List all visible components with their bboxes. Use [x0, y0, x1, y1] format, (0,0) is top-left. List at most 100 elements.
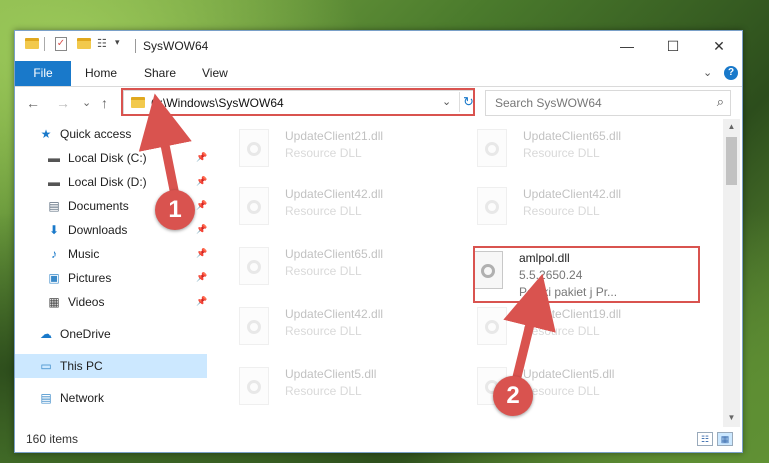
scroll-up-icon[interactable]: ▲	[723, 122, 740, 131]
sidebar-item-local-disk-c[interactable]: ▬ Local Disk (C:) 📌	[15, 146, 207, 170]
file-description: Resource DLL	[285, 384, 362, 398]
maximize-button[interactable]: ☐	[650, 31, 696, 61]
close-button[interactable]: ✕	[696, 31, 742, 61]
file-description: Resource DLL	[285, 264, 362, 278]
forward-arrow-icon[interactable]: →	[56, 95, 70, 111]
file-name: UpdateClient5.dll	[285, 367, 377, 381]
drive-icon: ▬	[48, 175, 60, 189]
file-description: Resource DLL	[285, 146, 362, 160]
sidebar-item-onedrive[interactable]: ☁ OneDrive	[15, 322, 207, 346]
title-bar: ✓ ☷ ▾ SysWOW64 — ☐ ✕	[15, 31, 742, 61]
tab-home[interactable]: Home	[85, 61, 117, 86]
callout-step-2: 2	[493, 376, 533, 416]
explorer-window: ✓ ☷ ▾ SysWOW64 — ☐ ✕ File Home Share Vie…	[14, 30, 743, 453]
recent-locations-icon[interactable]: ⌄	[82, 96, 91, 109]
file-highlight-box	[473, 246, 700, 303]
folder-icon	[25, 38, 39, 49]
tab-view[interactable]: View	[202, 61, 228, 86]
pin-icon[interactable]: 📌	[196, 296, 207, 307]
file-description: Resource DLL	[523, 324, 600, 338]
back-arrow-icon[interactable]: ←	[26, 95, 40, 111]
list-item[interactable]: UpdateClient42.dll Resource DLL	[477, 185, 707, 233]
tab-file[interactable]: File	[15, 61, 71, 86]
divider	[44, 37, 45, 51]
file-name: UpdateClient21.dll	[285, 129, 384, 143]
list-item[interactable]: UpdateClient65.dll Resource DLL	[477, 127, 707, 175]
sidebar-item-label: Quick access	[60, 127, 132, 141]
onedrive-icon: ☁	[40, 327, 52, 341]
pin-icon[interactable]: 📌	[196, 200, 207, 211]
dll-file-icon	[239, 129, 269, 167]
pin-icon[interactable]: 📌	[196, 176, 207, 187]
properties-icon[interactable]: ✓	[55, 37, 67, 51]
pin-icon[interactable]: 📌	[196, 248, 207, 259]
list-item[interactable]: UpdateClient19.dll Resource DLL	[477, 305, 707, 353]
file-description: Resource DLL	[285, 324, 362, 338]
dll-file-icon	[239, 247, 269, 285]
sidebar-item-pictures[interactable]: ▣ Pictures 📌	[15, 266, 207, 290]
search-placeholder: Search SysWOW64	[495, 96, 602, 110]
help-icon[interactable]: ?	[724, 66, 738, 80]
sidebar-item-label: Documents	[68, 199, 129, 213]
search-icon[interactable]: ⌕	[717, 94, 724, 110]
scroll-down-icon[interactable]: ▼	[723, 413, 740, 422]
up-arrow-icon[interactable]: ↑	[101, 95, 108, 111]
divider	[135, 39, 136, 53]
file-name: UpdateClient42.dll	[285, 307, 384, 321]
star-icon: ★	[40, 127, 52, 141]
file-description: Resource DLL	[523, 146, 600, 160]
pictures-icon: ▣	[48, 271, 60, 285]
file-name: UpdateClient42.dll	[523, 187, 622, 201]
dll-file-icon	[239, 367, 269, 405]
sidebar-item-label: Downloads	[68, 223, 128, 237]
tiles-view-icon[interactable]: ▦	[717, 432, 733, 446]
sidebar-item-videos[interactable]: ▦ Videos 📌	[15, 290, 207, 314]
file-description: Resource DLL	[523, 384, 600, 398]
list-item[interactable]: UpdateClient21.dll Resource DLL	[239, 127, 469, 175]
vertical-scrollbar[interactable]: ▲ ▼	[723, 119, 740, 427]
list-item[interactable]: UpdateClient42.dll Resource DLL	[239, 305, 469, 353]
list-item[interactable]: UpdateClient65.dll Resource DLL	[239, 245, 469, 293]
pin-icon[interactable]: 📌	[196, 152, 207, 163]
toolbar-dropdown-icon[interactable]: ▾	[115, 37, 120, 48]
sidebar-item-label: Local Disk (D:)	[68, 175, 147, 189]
item-count: 160 items	[26, 432, 79, 446]
list-item[interactable]: UpdateClient5.dll Resource DLL	[239, 365, 469, 413]
new-folder-icon[interactable]	[77, 38, 91, 49]
music-icon: ♪	[51, 247, 57, 261]
list-item[interactable]: UpdateClient42.dll Resource DLL	[239, 185, 469, 233]
pin-icon[interactable]: 📌	[196, 272, 207, 283]
file-name: UpdateClient65.dll	[285, 247, 384, 261]
scroll-thumb[interactable]	[726, 137, 737, 185]
file-name: UpdateClient5.dll	[523, 367, 615, 381]
sidebar-item-music[interactable]: ♪ Music 📌	[15, 242, 207, 266]
dll-file-icon	[477, 187, 507, 225]
status-bar: 160 items ☷ ▦	[15, 428, 742, 452]
drive-icon: ▬	[48, 151, 60, 165]
ribbon-tabs: File Home Share View ⌄ ?	[15, 61, 742, 87]
file-list: UpdateClient5.dll Resource DLL UpdateClien…	[215, 119, 723, 427]
details-view-icon[interactable]: ☷	[697, 432, 713, 446]
dll-file-icon	[239, 307, 269, 345]
callout-step-1: 1	[155, 190, 195, 230]
sidebar-item-label: Videos	[68, 295, 105, 309]
search-input[interactable]: Search SysWOW64 ⌕	[485, 90, 731, 116]
customize-toolbar-icon[interactable]: ☷	[97, 37, 109, 51]
tab-share[interactable]: Share	[144, 61, 176, 86]
sidebar-item-quick-access[interactable]: ★ Quick access	[15, 122, 207, 146]
file-name: UpdateClient19.dll	[523, 307, 622, 321]
dll-file-icon	[477, 307, 507, 345]
address-highlight-box	[121, 88, 475, 116]
window-title: SysWOW64	[143, 39, 209, 53]
network-icon: ▤	[40, 391, 52, 405]
sidebar-item-label: OneDrive	[60, 327, 111, 341]
minimize-button[interactable]: —	[604, 31, 650, 61]
sidebar-item-network[interactable]: ▤ Network	[15, 386, 207, 410]
sidebar-item-label: Pictures	[68, 271, 112, 285]
expand-ribbon-icon[interactable]: ⌄	[703, 66, 712, 79]
sidebar-item-this-pc[interactable]: ▭ This PC	[15, 354, 207, 378]
pin-icon[interactable]: 📌	[196, 224, 207, 235]
sidebar-item-label: Local Disk (C:)	[68, 151, 147, 165]
dll-file-icon	[477, 129, 507, 167]
videos-icon: ▦	[48, 295, 60, 309]
